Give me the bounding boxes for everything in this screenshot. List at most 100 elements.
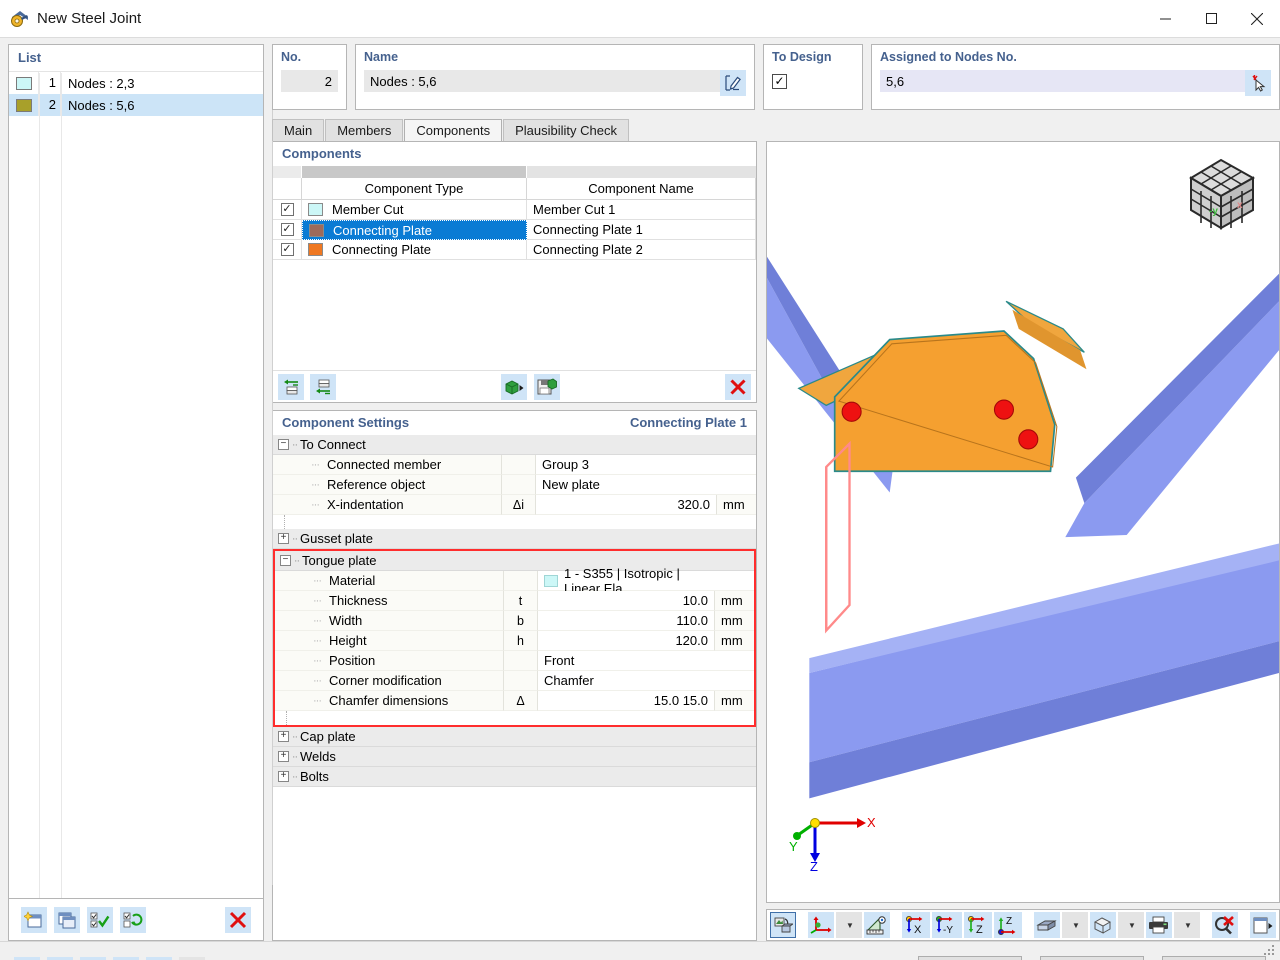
resize-grip[interactable] — [1264, 945, 1276, 957]
edit-name-button[interactable] — [720, 70, 746, 96]
ok-button[interactable]: OK — [918, 955, 1022, 960]
move-up-button[interactable] — [278, 373, 304, 400]
table-row[interactable]: ✓ Member Cut Member Cut 1 — [273, 200, 756, 220]
component-checkbox[interactable]: ✓ — [280, 223, 294, 236]
delete-joint-button[interactable] — [225, 906, 251, 933]
component-name-cell: Connecting Plate 2 — [527, 240, 756, 260]
panel-toggle-button[interactable] — [1250, 912, 1276, 939]
property-value-cell[interactable]: 320.0 — [536, 495, 716, 515]
svg-text:Y: Y — [789, 839, 798, 854]
property-value-cell[interactable]: 10.0 — [538, 591, 714, 611]
print-caret[interactable]: ▼ — [1174, 912, 1200, 939]
property-label-cell: ··· Height — [275, 631, 503, 651]
display-style-button[interactable] — [1034, 912, 1060, 939]
tab-main[interactable]: Main — [272, 119, 325, 141]
property-value-cell[interactable]: Group 3 — [536, 455, 716, 475]
view-cube-widget[interactable]: -y x — [1183, 152, 1261, 237]
to-design-checkbox[interactable]: ✓ — [772, 73, 787, 89]
expand-icon[interactable]: + — [278, 771, 289, 782]
property-row[interactable]: ··· Height h 120.0 mm — [275, 631, 754, 651]
settings-group-label: Gusset plate — [300, 531, 373, 546]
settings-group-header[interactable]: + ·· Gusset plate — [273, 529, 756, 549]
property-value-cell[interactable]: 120.0 — [538, 631, 714, 651]
property-value: Front — [544, 653, 575, 668]
name-input[interactable] — [364, 70, 720, 92]
svg-text:x: x — [1237, 200, 1243, 211]
view-x-button[interactable]: X — [902, 912, 930, 939]
property-value-cell[interactable]: 110.0 — [538, 611, 714, 631]
select-all-button[interactable] — [87, 906, 113, 933]
view-z-button[interactable]: Z — [964, 912, 992, 939]
wireframe-caret[interactable]: ▼ — [1118, 912, 1144, 939]
view-negy-button[interactable]: -Y — [932, 912, 962, 939]
zoom-reset-button[interactable] — [1212, 912, 1238, 939]
pick-nodes-button[interactable] — [1245, 70, 1271, 96]
delete-component-button[interactable] — [725, 373, 751, 400]
measure-button[interactable] — [864, 912, 890, 939]
display-style-caret[interactable]: ▼ — [1062, 912, 1088, 939]
component-type-label: Connecting Plate — [333, 222, 433, 238]
property-row[interactable]: ··· Reference object New plate — [273, 475, 756, 495]
close-button[interactable] — [1234, 0, 1280, 38]
list-item[interactable]: 1 Nodes : 2,3 — [9, 72, 263, 94]
import-component-button[interactable] — [501, 373, 527, 400]
cancel-button[interactable]: Cancel — [1040, 955, 1144, 960]
settings-group-label: Cap plate — [300, 729, 356, 744]
header-component-name: Component Name — [527, 178, 756, 200]
axis-dropdown-caret[interactable]: ▼ — [836, 912, 862, 939]
settings-group-header[interactable]: + ·· Bolts — [273, 767, 756, 787]
model-viewport[interactable]: -y x X Y Z — [766, 141, 1280, 904]
joint-color-swatch — [15, 98, 32, 112]
settings-group-header[interactable]: + ·· Cap plate — [273, 727, 756, 747]
property-row[interactable]: ··· Width b 110.0 mm — [275, 611, 754, 631]
components-table-body: ✓ Member Cut Member Cut 1 ✓ Connecting Plate… — [273, 200, 756, 260]
property-row[interactable]: ··· X-indentation Δi 320.0 mm — [273, 495, 756, 515]
view-isometric-button[interactable]: Z — [994, 912, 1022, 939]
property-row[interactable]: ··· Material 1 - S355 | Isotropic | Linear… — [275, 566, 754, 596]
invert-selection-button[interactable] — [120, 906, 146, 933]
component-check-cell: ✓ — [273, 220, 302, 240]
tab-components[interactable]: Components — [404, 119, 503, 141]
expand-icon[interactable]: + — [278, 731, 289, 742]
apply-button[interactable]: Apply — [1162, 955, 1266, 960]
property-row[interactable]: ··· Thickness t 10.0 mm — [275, 591, 754, 611]
tab-plausibility-check[interactable]: Plausibility Check — [503, 119, 629, 141]
expand-icon[interactable]: + — [278, 533, 289, 544]
property-row[interactable]: ··· Chamfer dimensions Δ 15.0 15.0 mm — [275, 691, 754, 711]
property-row[interactable]: ··· Position Front — [275, 651, 754, 671]
property-value-cell[interactable]: New plate — [536, 475, 716, 495]
no-field-box: No. 2 — [272, 44, 347, 110]
viewport-column: -y x X Y Z ▼ X -Y Z Z ▼ ▼ ▼ — [766, 141, 1280, 942]
print-button[interactable] — [1146, 912, 1172, 939]
collapse-icon[interactable]: − — [278, 439, 289, 450]
component-checkbox[interactable]: ✓ — [280, 203, 294, 216]
settings-group-header[interactable]: − ·· To Connect — [273, 435, 756, 455]
property-value-cell[interactable]: Chamfer — [538, 671, 714, 691]
property-row[interactable]: ··· Connected member Group 3 — [273, 455, 756, 475]
expand-icon[interactable]: + — [278, 751, 289, 762]
table-row[interactable]: ✓ Connecting Plate Connecting Plate 1 — [273, 220, 756, 240]
settings-group: − ·· To Connect ··· Connected member Group 3 ·… — [273, 435, 756, 529]
property-row[interactable]: ··· Corner modification Chamfer — [275, 671, 754, 691]
new-joint-button[interactable] — [21, 906, 47, 933]
table-row[interactable]: ✓ Connecting Plate Connecting Plate 2 — [273, 240, 756, 260]
property-value-cell[interactable]: Front — [538, 651, 714, 671]
component-checkbox[interactable]: ✓ — [280, 243, 294, 256]
property-value-cell[interactable]: 15.0 15.0 — [538, 691, 714, 711]
property-value-cell[interactable]: 1 - S355 | Isotropic | Linear Ela... — [538, 566, 714, 596]
minimize-button[interactable] — [1142, 0, 1188, 38]
settings-group-header[interactable]: + ·· Welds — [273, 747, 756, 767]
joint-index: 2 — [39, 94, 61, 116]
tab-members[interactable]: Members — [325, 119, 404, 141]
component-check-cell: ✓ — [273, 240, 302, 260]
axis-system-button[interactable] — [808, 912, 834, 939]
render-mode-button[interactable] — [770, 912, 796, 939]
copy-joint-button[interactable] — [54, 906, 80, 933]
wireframe-button[interactable] — [1090, 912, 1116, 939]
collapse-icon[interactable]: − — [280, 555, 291, 566]
list-item[interactable]: 2 Nodes : 5,6 — [9, 94, 263, 116]
save-component-button[interactable] — [534, 373, 560, 400]
maximize-button[interactable] — [1188, 0, 1234, 38]
assigned-nodes-input[interactable] — [880, 70, 1245, 92]
move-down-button[interactable] — [310, 373, 336, 400]
